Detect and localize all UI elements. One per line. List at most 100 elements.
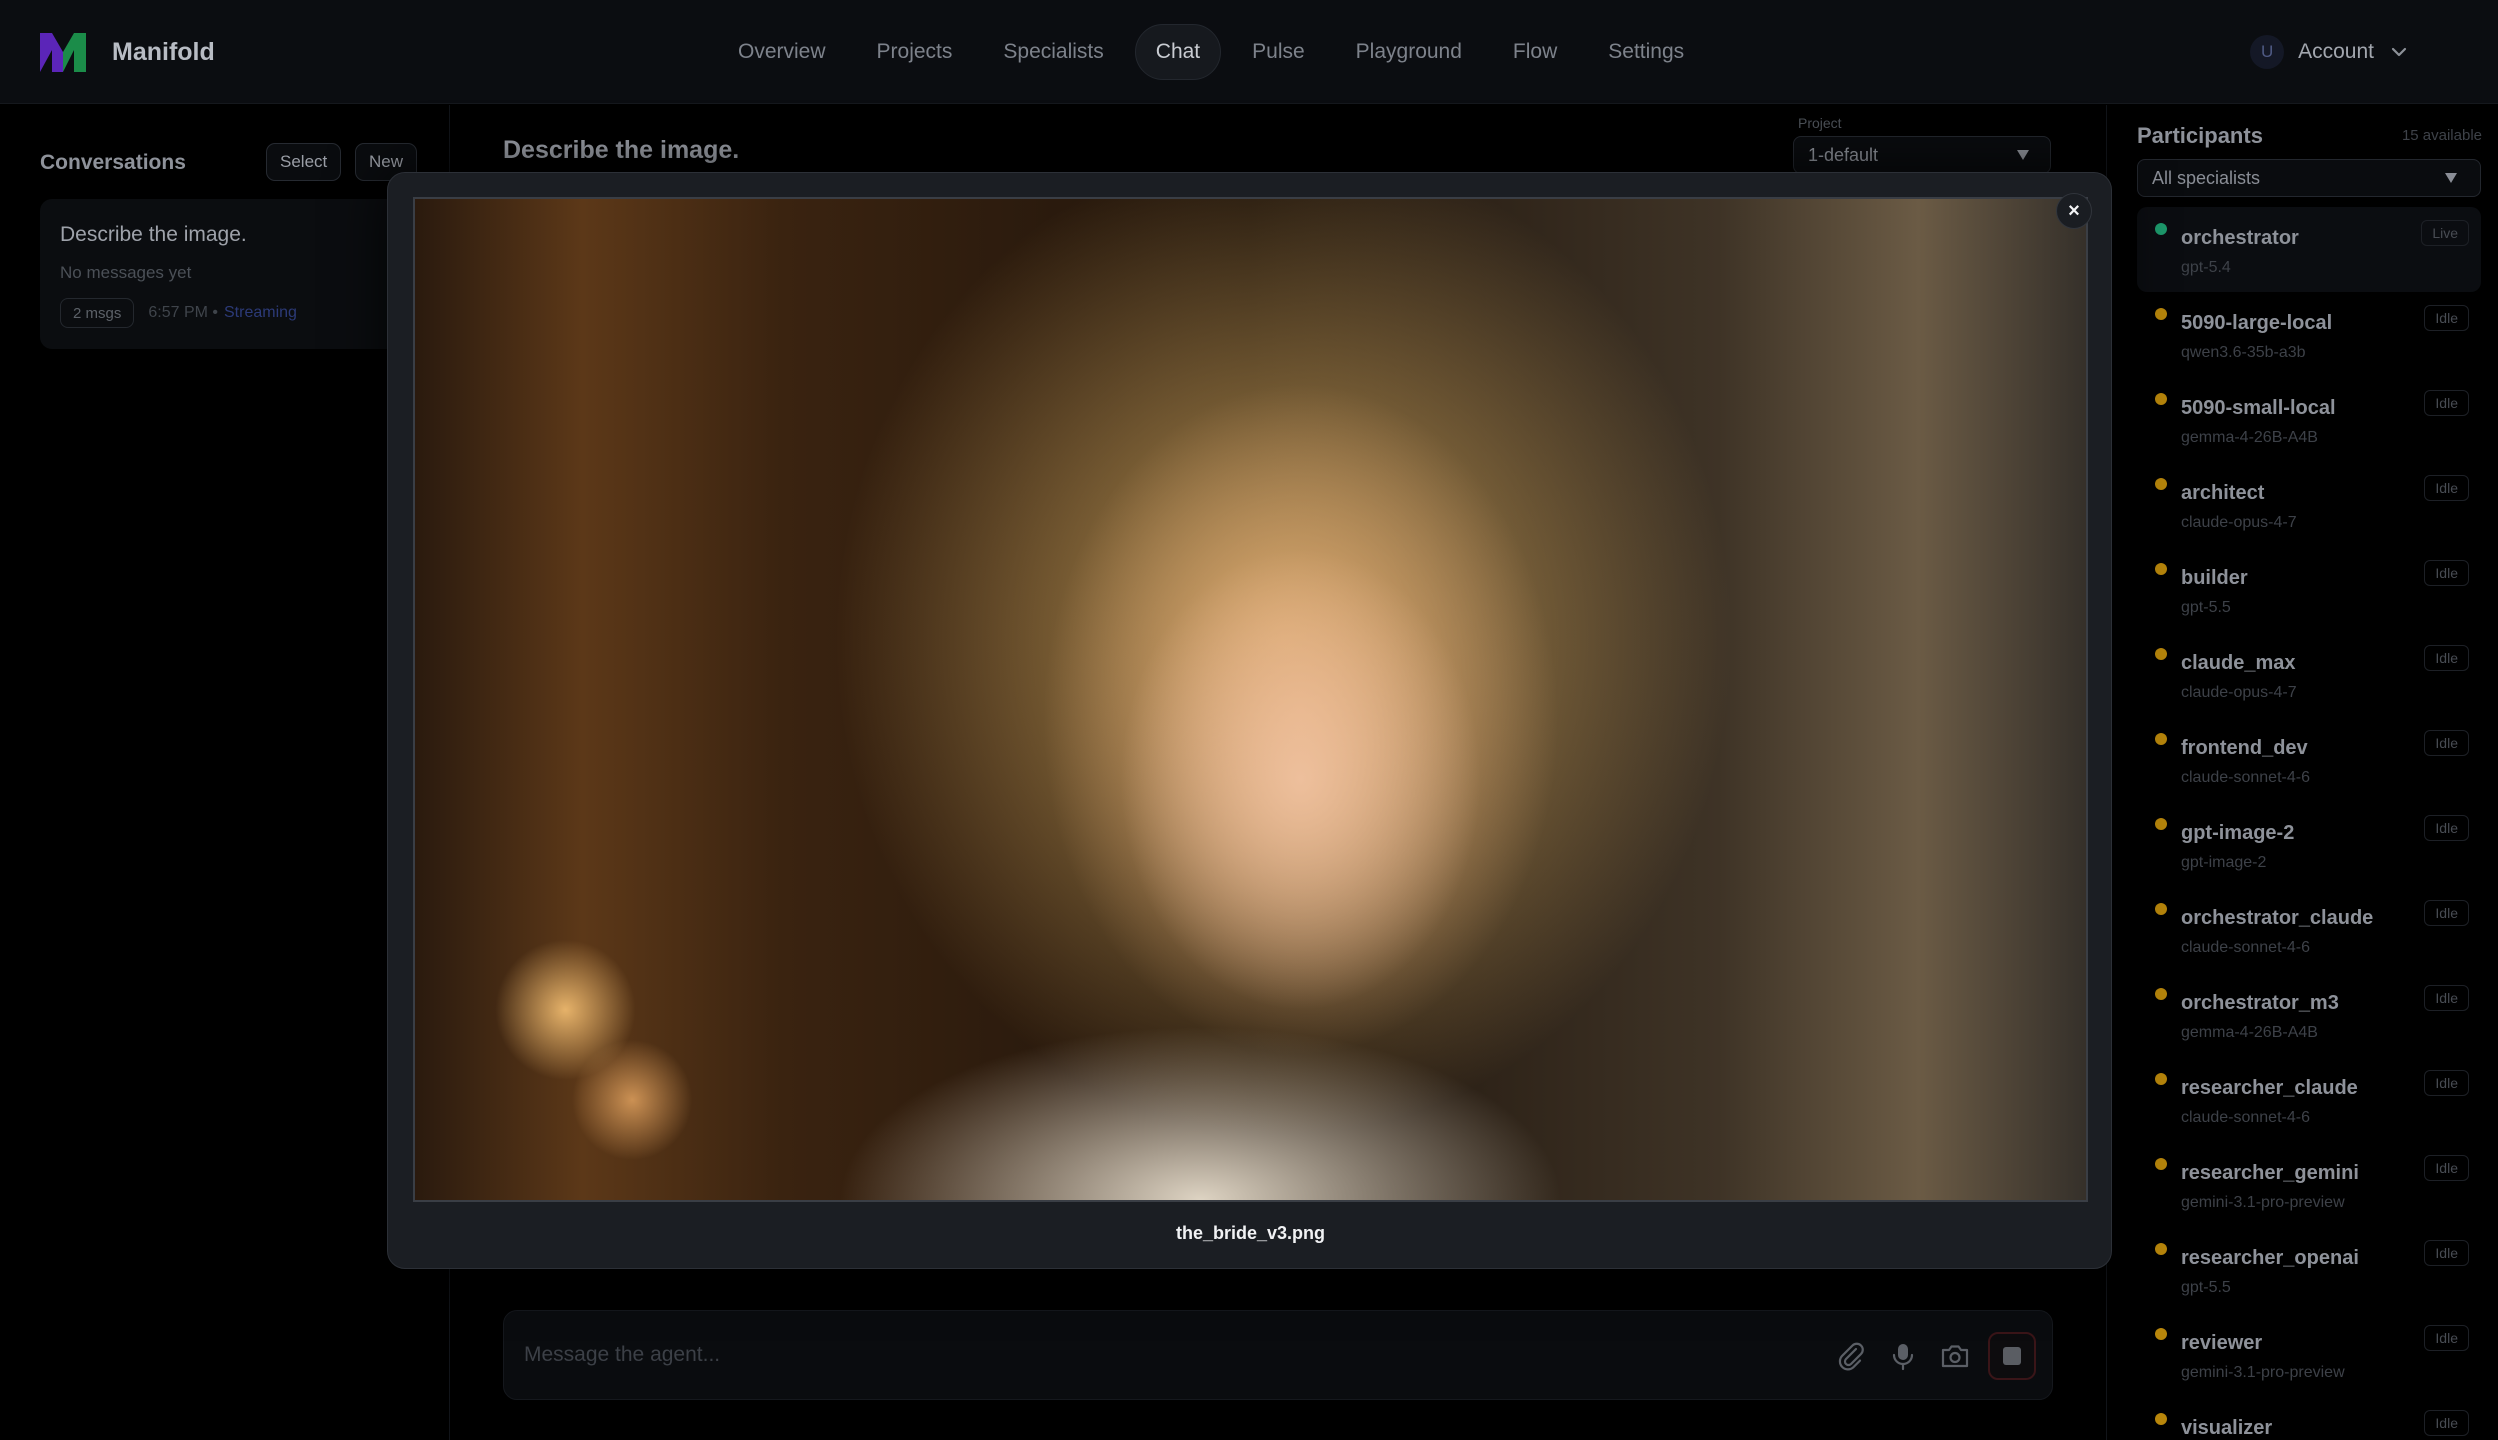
conversations-sidebar: Conversations Select New Describe the im…	[0, 105, 450, 1440]
participant-name: architect	[2181, 482, 2265, 504]
project-select[interactable]: 1-default	[1793, 136, 2051, 174]
avatar: U	[2250, 35, 2285, 69]
participant-row[interactable]: architect claude-opus-4-7 Idle	[2137, 462, 2481, 547]
conversation-meta: 2 msgs 6:57 PM • Streaming	[60, 297, 297, 329]
participant-name: 5090-large-local	[2181, 312, 2333, 334]
participant-model: gpt-image-2	[2181, 854, 2267, 871]
account-label: Account	[2298, 40, 2374, 63]
status-badge: Idle	[2424, 305, 2469, 331]
participant-model: gemini-3.1-pro-preview	[2181, 1364, 2345, 1381]
conversation-subtitle: No messages yet	[60, 263, 192, 282]
status-dot-icon	[2155, 393, 2167, 405]
status-badge: Idle	[2424, 900, 2469, 926]
participant-name: researcher_gemini	[2181, 1162, 2359, 1184]
participant-name: reviewer	[2181, 1332, 2263, 1354]
participants-filter-value: All specialists	[2152, 167, 2261, 188]
manifold-logo-icon	[40, 33, 86, 72]
nav-chat[interactable]: Chat	[1134, 24, 1222, 80]
status-badge: Idle	[2424, 645, 2469, 671]
participant-row[interactable]: builder gpt-5.5 Idle	[2137, 547, 2481, 632]
nav-pulse[interactable]: Pulse	[1232, 24, 1325, 80]
participant-name: gpt-image-2	[2181, 822, 2295, 844]
microphone-icon[interactable]	[1886, 1339, 1920, 1373]
participant-name: orchestrator_claude	[2181, 907, 2374, 929]
chevron-down-icon	[2391, 47, 2407, 57]
participant-row[interactable]: gpt-image-2 gpt-image-2 Idle	[2137, 802, 2481, 887]
participant-row[interactable]: researcher_claude claude-sonnet-4-6 Idle	[2137, 1057, 2481, 1142]
participant-model: qwen3.6-35b-a3b	[2181, 344, 2306, 361]
participant-row[interactable]: orchestrator_m3 gemma-4-26B-A4B Idle	[2137, 972, 2481, 1057]
status-dot-icon	[2155, 478, 2167, 490]
participant-model: claude-sonnet-4-6	[2181, 939, 2310, 956]
main-nav: Overview Projects Specialists Chat Pulse…	[718, 24, 1715, 80]
nav-playground[interactable]: Playground	[1336, 24, 1482, 80]
participant-row[interactable]: orchestrator gpt-5.4 Live	[2137, 207, 2481, 292]
participant-name: builder	[2181, 567, 2248, 589]
participant-model: gpt-5.5	[2181, 1279, 2231, 1296]
participant-row[interactable]: reviewer gemini-3.1-pro-preview Idle	[2137, 1312, 2481, 1397]
project-select-value: 1-default	[1808, 144, 1879, 165]
participants-list: orchestrator gpt-5.4 Live 5090-large-local q…	[2137, 207, 2481, 1440]
account-menu[interactable]: U Account	[2250, 34, 2410, 70]
participant-row[interactable]: claude_max claude-opus-4-7 Idle	[2137, 632, 2481, 717]
participant-row[interactable]: orchestrator_claude claude-sonnet-4-6 Idle	[2137, 887, 2481, 972]
participant-name: claude_max	[2181, 652, 2296, 674]
participants-title: Participants	[2137, 123, 2263, 148]
participant-model: gpt-5.4	[2181, 259, 2231, 276]
participant-row[interactable]: researcher_openai gpt-5.5 Idle	[2137, 1227, 2481, 1312]
status-badge: Live	[2421, 220, 2469, 246]
participant-name: orchestrator	[2181, 227, 2299, 249]
status-dot-icon	[2155, 648, 2167, 660]
chat-title: Describe the image.	[503, 136, 740, 164]
participant-model: gemini-3.1-pro-preview	[2181, 1194, 2345, 1211]
stop-button[interactable]	[1988, 1332, 2036, 1380]
message-count-badge: 2 msgs	[60, 298, 135, 328]
status-badge: Idle	[2424, 560, 2469, 586]
participant-model: claude-sonnet-4-6	[2181, 1109, 2310, 1126]
status-dot-icon	[2155, 1073, 2167, 1085]
participant-name: researcher_claude	[2181, 1077, 2358, 1099]
nav-specialists[interactable]: Specialists	[983, 24, 1123, 80]
composer-input[interactable]: Message the agent...	[524, 1343, 720, 1367]
conversations-title: Conversations	[40, 151, 186, 174]
paperclip-icon[interactable]	[1834, 1339, 1868, 1373]
participant-name: 5090-small-local	[2181, 397, 2336, 419]
status-dot-icon	[2155, 818, 2167, 830]
status-dot-icon	[2155, 1328, 2167, 1340]
participant-row[interactable]: researcher_gemini gemini-3.1-pro-preview I…	[2137, 1142, 2481, 1227]
top-bar: Manifold Overview Projects Specialists C…	[0, 0, 2498, 104]
status-badge: Idle	[2424, 730, 2469, 756]
status-badge: Idle	[2424, 1325, 2469, 1351]
conversation-item[interactable]: Describe the image. No messages yet 2 ms…	[40, 199, 440, 349]
nav-settings[interactable]: Settings	[1588, 24, 1704, 80]
participant-model: claude-sonnet-4-6	[2181, 769, 2310, 786]
preview-image	[413, 197, 2088, 1202]
status-dot-icon	[2155, 308, 2167, 320]
status-dot-icon	[2155, 1243, 2167, 1255]
nav-projects[interactable]: Projects	[857, 24, 973, 80]
camera-icon[interactable]	[1938, 1339, 1972, 1373]
message-composer[interactable]: Message the agent...	[503, 1310, 2053, 1400]
stop-icon	[2003, 1347, 2021, 1365]
status-badge: Idle	[2424, 1410, 2469, 1436]
nav-overview[interactable]: Overview	[718, 24, 846, 80]
brand[interactable]: Manifold	[38, 28, 215, 76]
close-modal-button[interactable]: ×	[2056, 193, 2092, 229]
status-dot-icon	[2155, 563, 2167, 575]
status-dot-icon	[2155, 1158, 2167, 1170]
status-badge: Idle	[2424, 475, 2469, 501]
participant-row[interactable]: 5090-large-local qwen3.6-35b-a3b Idle	[2137, 292, 2481, 377]
participant-name: frontend_dev	[2181, 737, 2308, 759]
conversation-title: Describe the image.	[60, 223, 247, 246]
participants-filter-select[interactable]: All specialists	[2137, 159, 2481, 197]
participant-row[interactable]: 5090-small-local gemma-4-26B-A4B Idle	[2137, 377, 2481, 462]
image-filename: the_bride_v3.png	[1175, 1223, 1326, 1243]
participant-row[interactable]: visualizer Idle	[2137, 1397, 2481, 1440]
nav-flow[interactable]: Flow	[1493, 24, 1577, 80]
status-badge: Idle	[2424, 1070, 2469, 1096]
participant-model: claude-opus-4-7	[2181, 514, 2297, 531]
select-button[interactable]: Select	[266, 143, 342, 181]
status-dot-icon	[2155, 988, 2167, 1000]
image-preview-modal: × the_bride_v3.png	[387, 172, 2112, 1269]
participant-row[interactable]: frontend_dev claude-sonnet-4-6 Idle	[2137, 717, 2481, 802]
